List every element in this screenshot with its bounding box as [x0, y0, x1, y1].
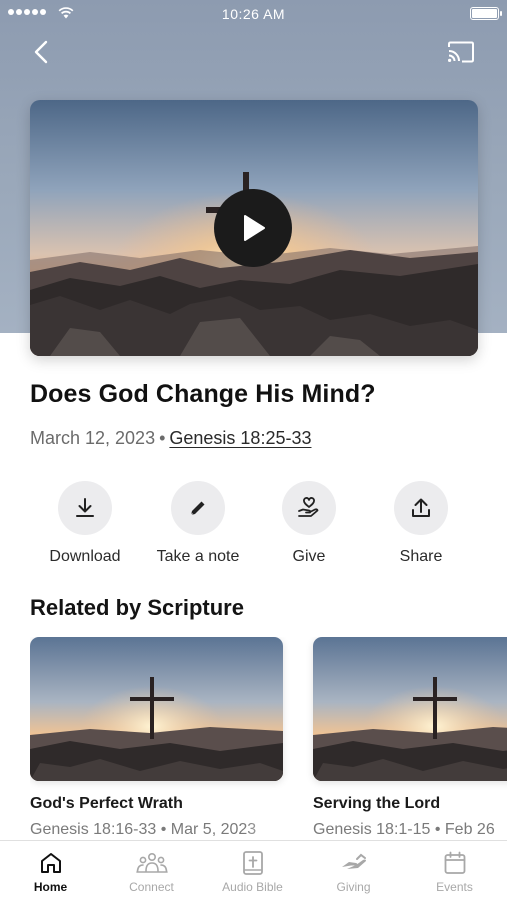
- pencil-icon: [190, 501, 205, 516]
- related-card-meta: Genesis 18:1-15 • Feb 26: [313, 821, 495, 838]
- sermon-date: March 12, 2023: [30, 428, 156, 448]
- heart-hand-icon: [298, 497, 319, 517]
- share-label: Share: [399, 548, 443, 565]
- related-card-title: Serving the Lord: [313, 795, 441, 812]
- people-icon: [135, 852, 168, 873]
- cast-button[interactable]: [445, 38, 477, 66]
- play-button[interactable]: [214, 189, 292, 267]
- calendar-icon: [444, 851, 465, 874]
- back-button[interactable]: [26, 36, 56, 68]
- sermon-meta: March 12, 2023 • Genesis 18:25-33: [30, 428, 311, 449]
- tab-home-label: Home: [33, 880, 68, 894]
- give-button[interactable]: Give: [254, 481, 364, 566]
- related-section-title: Related by Scripture: [30, 595, 244, 620]
- sermon-video[interactable]: [30, 100, 478, 356]
- scripture-link[interactable]: Genesis 18:25-33: [169, 428, 311, 448]
- cast-icon: [448, 41, 474, 63]
- take-note-label: Take a note: [156, 548, 240, 565]
- giving-hand-icon: [341, 853, 366, 869]
- related-card-title: God's Perfect Wrath: [30, 795, 183, 812]
- tab-home[interactable]: Home: [0, 849, 101, 894]
- download-button[interactable]: Download: [30, 481, 140, 566]
- tab-audio-bible[interactable]: Audio Bible: [202, 849, 303, 894]
- action-row: Download Take a note Give Share: [30, 481, 478, 571]
- related-card-thumbnail: [313, 637, 507, 781]
- download-icon: [76, 498, 94, 517]
- tab-events-label: Events: [436, 880, 473, 894]
- download-label: Download: [49, 548, 121, 565]
- share-icon: [412, 498, 430, 517]
- bible-icon: [242, 851, 263, 875]
- give-label: Give: [292, 548, 326, 565]
- battery-icon: [470, 7, 502, 20]
- tab-events[interactable]: Events: [404, 849, 505, 894]
- status-time: 10:26 AM: [221, 6, 286, 22]
- tab-giving-label: Giving: [336, 880, 371, 894]
- related-card[interactable]: God's Perfect Wrath Genesis 18:16-33 • M…: [30, 637, 294, 845]
- chevron-left-icon: [34, 40, 48, 64]
- tab-bar: Home Connect Audio Bible Giving Events: [0, 840, 507, 900]
- tab-audio-bible-label: Audio Bible: [222, 880, 283, 894]
- tab-connect[interactable]: Connect: [101, 849, 202, 894]
- related-carousel[interactable]: God's Perfect Wrath Genesis 18:16-33 • M…: [30, 637, 507, 847]
- status-bar: 10:26 AM: [0, 0, 507, 28]
- tab-giving[interactable]: Giving: [303, 849, 404, 894]
- tab-connect-label: Connect: [129, 880, 174, 894]
- sermon-title: Does God Change His Mind?: [30, 380, 376, 408]
- take-note-button[interactable]: Take a note: [143, 481, 253, 566]
- related-card[interactable]: Serving the Lord Genesis 18:1-15 • Feb 2…: [313, 637, 507, 839]
- home-icon: [40, 853, 61, 873]
- play-icon: [244, 215, 265, 241]
- share-button[interactable]: Share: [366, 481, 476, 566]
- related-card-thumbnail: [30, 637, 283, 781]
- meta-separator: •: [159, 428, 166, 448]
